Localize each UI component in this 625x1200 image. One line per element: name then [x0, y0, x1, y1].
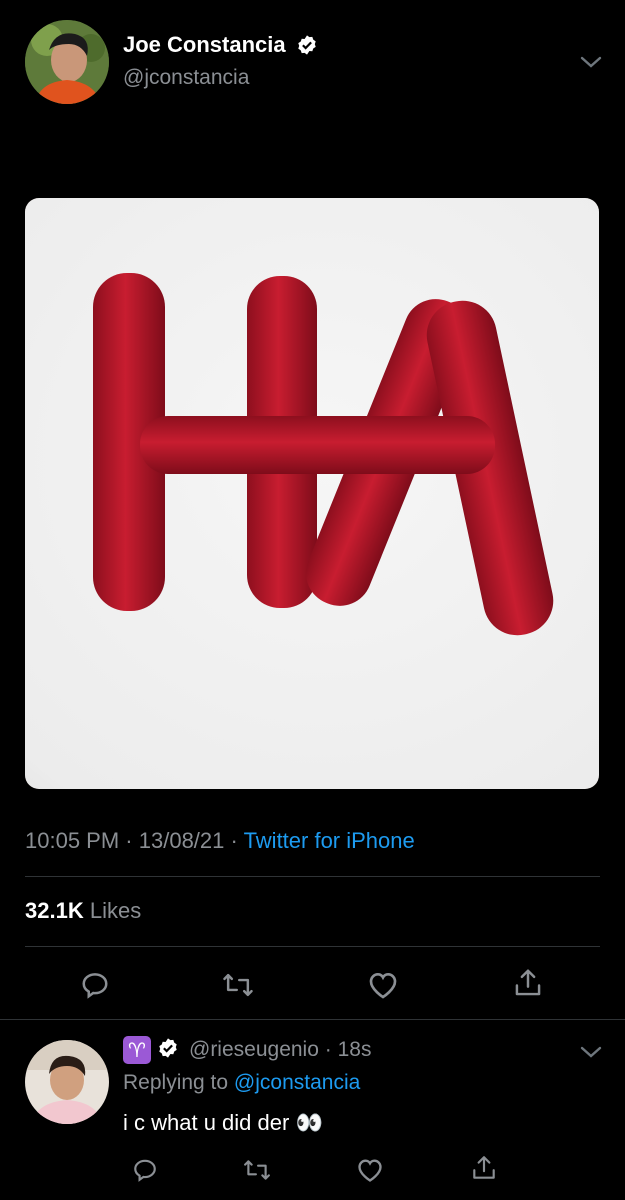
heart-icon — [369, 972, 397, 999]
reply-handle[interactable]: @rieseugenio — [189, 1038, 319, 1061]
reply-like-button[interactable] — [350, 1150, 390, 1190]
chevron-down-icon[interactable] — [578, 1042, 604, 1067]
replying-label: Replying to — [123, 1071, 229, 1094]
like-button[interactable] — [363, 965, 403, 1005]
reply-share-button[interactable] — [464, 1148, 504, 1188]
tweet-date[interactable]: 13/08/21 — [139, 828, 225, 853]
replying-to: Replying to @jconstancia — [123, 1071, 360, 1095]
verified-badge-icon — [157, 1037, 179, 1064]
meta-separator: · — [324, 1038, 332, 1061]
reply-reply-button[interactable] — [125, 1150, 165, 1190]
reply-text-body: i c what u did der — [123, 1110, 290, 1135]
tweet-photo[interactable] — [25, 198, 599, 789]
meta-separator: · — [230, 828, 238, 853]
reply-icon — [82, 973, 108, 999]
likes-stat[interactable]: 32.1K Likes — [25, 898, 141, 924]
author-name[interactable]: Joe Constancia — [123, 32, 286, 57]
replying-handle-link[interactable]: @jconstancia — [234, 1071, 360, 1094]
reply-header: ♈ @rieseugenio · 18s — [123, 1036, 371, 1064]
share-button[interactable] — [508, 963, 548, 1003]
divider — [25, 876, 600, 877]
eyes-emoji: 👀 — [295, 1111, 323, 1136]
meta-separator: · — [125, 828, 133, 853]
reply-time[interactable]: 18s — [338, 1038, 372, 1061]
reply-retweet-button[interactable] — [237, 1150, 277, 1190]
likes-count: 32.1K — [25, 898, 84, 923]
sausage — [140, 416, 495, 474]
share-icon — [473, 1156, 495, 1179]
zodiac-icon: ♈ — [123, 1036, 151, 1064]
author-handle[interactable]: @jconstancia — [123, 66, 249, 90]
reply-text: i c what u did der 👀 — [123, 1110, 323, 1136]
likes-label: Likes — [89, 898, 142, 923]
reply-avatar[interactable] — [25, 1040, 109, 1124]
divider — [0, 1019, 625, 1020]
heart-icon — [358, 1159, 382, 1182]
reply-button[interactable] — [75, 965, 115, 1005]
verified-badge-icon — [296, 34, 318, 61]
retweet-icon — [244, 1160, 270, 1180]
tweet-source-link[interactable]: Twitter for iPhone — [244, 828, 415, 853]
author-name-row[interactable]: Joe Constancia — [123, 32, 318, 61]
divider — [25, 946, 600, 947]
chevron-down-icon[interactable] — [578, 52, 604, 77]
tweet-meta: 10:05 PM · 13/08/21 · Twitter for iPhone — [25, 828, 415, 854]
tweet-time: 10:05 PM — [25, 828, 120, 853]
reply-icon — [134, 1159, 156, 1182]
retweet-icon — [223, 973, 253, 997]
share-icon — [515, 969, 541, 996]
author-avatar[interactable] — [25, 20, 109, 104]
retweet-button[interactable] — [218, 965, 258, 1005]
